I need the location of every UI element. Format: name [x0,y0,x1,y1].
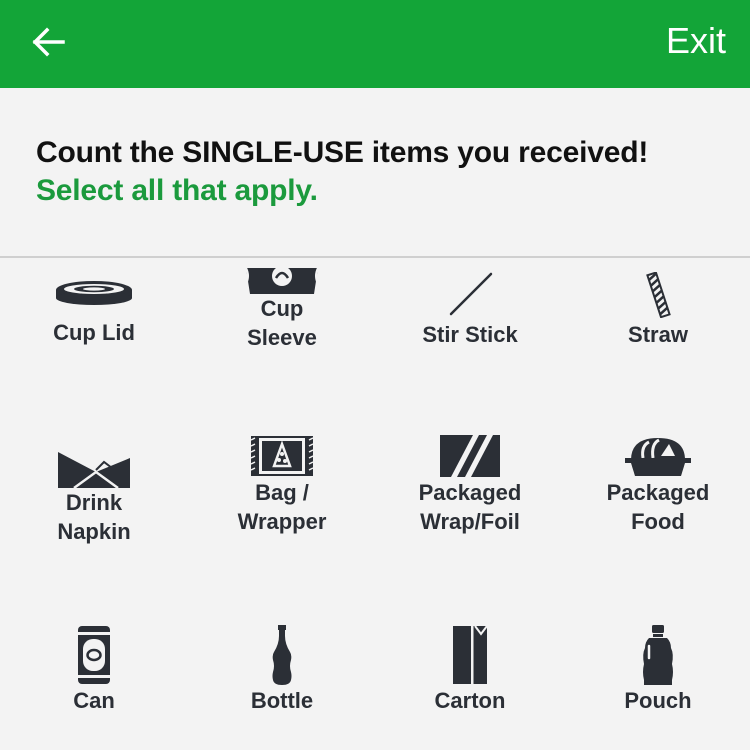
item-packaged-wrap-foil[interactable]: Packaged Wrap/Foil [376,432,564,536]
top-app-bar: Exit [0,0,750,88]
item-label: Food [631,509,685,534]
wrap-foil-icon [439,432,501,478]
item-label: Straw [628,322,688,347]
item-can[interactable]: Can [0,622,188,715]
bag-wrapper-icon [249,432,315,478]
item-label: Wrap/Foil [420,509,520,534]
item-grid: Cup Lid Cup Sleeve Stir Stick Straw Drin… [0,258,750,750]
item-label: Napkin [57,519,131,544]
item-label: Cup [260,296,304,321]
item-label: Carton [434,688,506,713]
item-bag-wrapper[interactable]: Bag / Wrapper [188,432,376,536]
item-label: Packaged [418,480,522,505]
carton-icon [451,622,489,686]
item-label: Sleeve [247,325,317,350]
arrow-left-icon [32,27,65,57]
item-label: Wrapper [237,509,327,534]
item-stir-stick[interactable]: Stir Stick [376,272,564,349]
cup-lid-icon [54,270,134,308]
item-drink-napkin[interactable]: Drink Napkin [0,444,188,546]
prompt-header: Count the SINGLE-USE items you received!… [36,134,736,210]
item-cup-sleeve[interactable]: Cup Sleeve [188,258,376,352]
bottle-icon [270,622,294,686]
item-carton[interactable]: Carton [376,622,564,715]
item-packaged-food[interactable]: Packaged Food [564,432,750,536]
item-label: Drink [65,490,123,515]
item-bottle[interactable]: Bottle [188,622,376,715]
back-button[interactable] [26,20,70,64]
item-label: Can [73,688,115,713]
item-label: Cup Lid [53,320,135,345]
food-container-icon [623,432,693,478]
item-label: Stir Stick [422,322,518,347]
page-title: Count the SINGLE-USE items you received! [36,136,649,169]
pouch-icon [641,622,675,686]
item-label: Bag / [255,480,309,505]
straw-icon [643,272,673,318]
page-subtitle: Select all that apply. [36,174,318,207]
cup-sleeve-icon [244,258,320,294]
napkin-icon [56,444,132,488]
stir-stick-icon [445,272,495,318]
item-straw[interactable]: Straw [564,272,750,349]
item-label: Packaged [606,480,710,505]
item-label: Pouch [624,688,692,713]
item-label: Bottle [250,688,314,713]
exit-button[interactable]: Exit [666,18,726,64]
can-icon [75,622,113,686]
item-pouch[interactable]: Pouch [564,622,750,715]
item-cup-lid[interactable]: Cup Lid [0,270,188,347]
